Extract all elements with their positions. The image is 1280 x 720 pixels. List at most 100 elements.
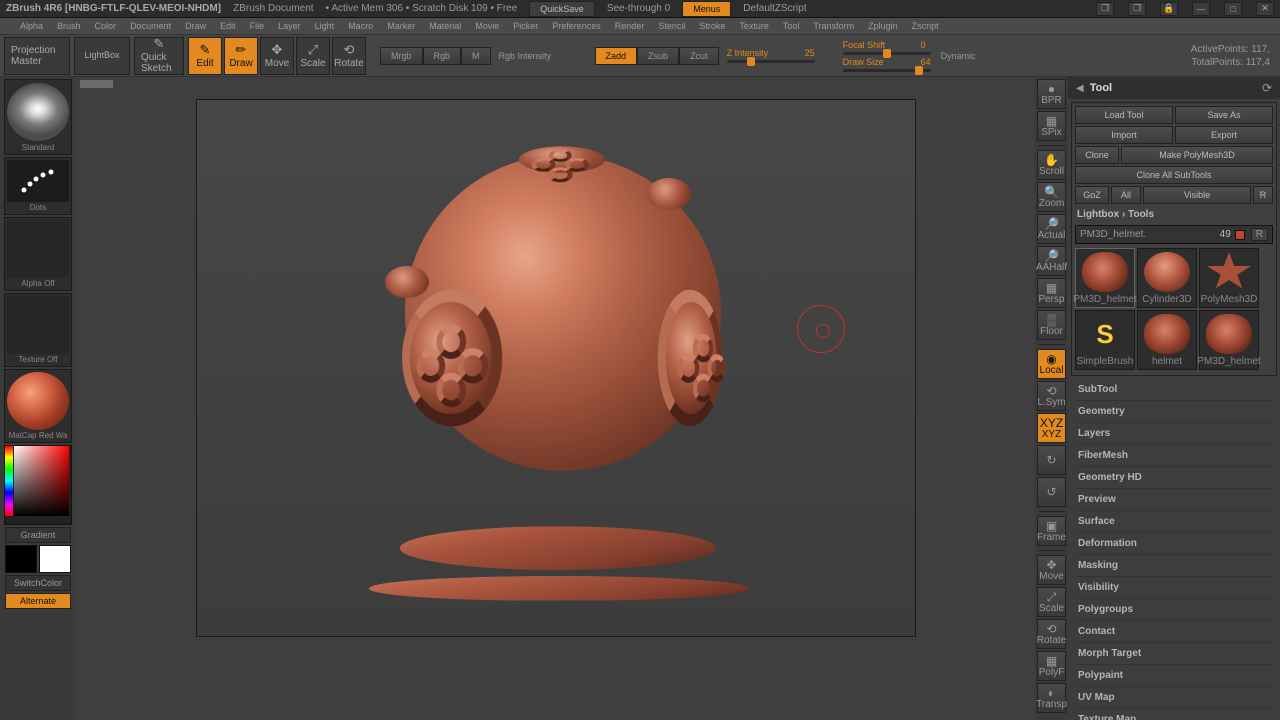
zadd-mode-button[interactable]: Zadd [595, 47, 638, 65]
nav-l.sym[interactable]: ⟲L.Sym [1037, 381, 1066, 411]
menu-zplugin[interactable]: Zplugin [868, 21, 898, 31]
switch-color-button[interactable]: SwitchColor [5, 575, 71, 591]
nav-xyz[interactable]: XYZXYZ [1037, 413, 1066, 443]
rotate-mode-button[interactable]: ⟲Rotate [332, 37, 366, 75]
clone-all-subtools-button[interactable]: Clone All SubTools [1075, 166, 1273, 184]
nav-persp[interactable]: ▦Persp [1037, 278, 1066, 308]
projection-master-button[interactable]: Projection Master [4, 37, 70, 75]
nav-rotate[interactable]: ⟲Rotate [1037, 619, 1066, 649]
focal-shift-slider[interactable] [843, 52, 931, 55]
menu-color[interactable]: Color [95, 21, 117, 31]
nav-move[interactable]: ✥Move [1037, 555, 1066, 585]
save-as-button[interactable]: Save As [1175, 106, 1273, 124]
lightbox-button[interactable]: LightBox [74, 37, 130, 75]
texture-selector[interactable]: Texture Off [4, 293, 72, 367]
draw-mode-button[interactable]: ✏Draw [224, 37, 258, 75]
menu-picker[interactable]: Picker [513, 21, 538, 31]
minimize-button[interactable]: — [1192, 2, 1210, 16]
mesh-name-field[interactable]: PM3D_helmet.49R [1075, 225, 1273, 244]
section-surface[interactable]: Surface [1076, 511, 1272, 533]
menu-preferences[interactable]: Preferences [552, 21, 601, 31]
menu-macro[interactable]: Macro [348, 21, 373, 31]
back-icon[interactable]: ◀ [1076, 83, 1084, 94]
nav-spix[interactable]: ▦SPix [1037, 111, 1066, 141]
goz-button[interactable]: GoZ [1075, 186, 1109, 204]
canvas-tab[interactable] [80, 80, 113, 88]
thumb-pm3d_helmet[interactable]: PM3D_helmet [1199, 310, 1259, 370]
nav-floor[interactable]: ▒Floor [1037, 310, 1066, 340]
viewport[interactable] [196, 99, 916, 637]
close-button[interactable]: ✕ [1256, 2, 1274, 16]
move-mode-button[interactable]: ✥Move [260, 37, 294, 75]
section-fibermesh[interactable]: FiberMesh [1076, 445, 1272, 467]
thumb-cylinder3d[interactable]: Cylinder3D [1137, 248, 1197, 308]
maximize-button[interactable]: □ [1224, 2, 1242, 16]
section-masking[interactable]: Masking [1076, 555, 1272, 577]
default-zscript[interactable]: DefaultZScript [743, 3, 806, 14]
menu-alpha[interactable]: Alpha [20, 21, 43, 31]
alpha-selector[interactable]: Alpha Off [4, 217, 72, 291]
section-geometry-hd[interactable]: Geometry HD [1076, 467, 1272, 489]
section-preview[interactable]: Preview [1076, 489, 1272, 511]
scale-mode-button[interactable]: ⤢Scale [296, 37, 330, 75]
menu-material[interactable]: Material [429, 21, 461, 31]
menu-texture[interactable]: Texture [739, 21, 769, 31]
float2-button[interactable]: ❐ [1128, 2, 1146, 16]
section-layers[interactable]: Layers [1076, 423, 1272, 445]
alternate-button[interactable]: Alternate [5, 593, 71, 609]
material-selector[interactable]: MatCap Red Wa [4, 369, 72, 443]
menu-file[interactable]: File [250, 21, 265, 31]
section-contact[interactable]: Contact [1076, 621, 1272, 643]
goz-all-button[interactable]: All [1111, 186, 1141, 204]
goz-visible-button[interactable]: Visible [1143, 186, 1251, 204]
zcut-mode-button[interactable]: Zcut [679, 47, 719, 65]
menu-zscript[interactable]: Zscript [912, 21, 939, 31]
load-tool-button[interactable]: Load Tool [1075, 106, 1173, 124]
draw-size-slider[interactable] [843, 69, 931, 72]
nav-frame[interactable]: ▣Frame [1037, 516, 1066, 546]
nav-btn12[interactable]: ↺ [1037, 477, 1066, 507]
section-texture-map[interactable]: Texture Map [1076, 709, 1272, 720]
export-button[interactable]: Export [1175, 126, 1273, 144]
nav-polyf[interactable]: ▦PolyF [1037, 651, 1066, 681]
section-deformation[interactable]: Deformation [1076, 533, 1272, 555]
section-polypaint[interactable]: Polypaint [1076, 665, 1272, 687]
nav-aahalf[interactable]: 🔎AAHalf [1037, 246, 1066, 276]
color-swatches[interactable] [5, 545, 71, 573]
section-subtool[interactable]: SubTool [1076, 379, 1272, 401]
rgb-mode-button[interactable]: Rgb [423, 47, 462, 65]
import-button[interactable]: Import [1075, 126, 1173, 144]
nav-transp[interactable]: ◐Transp [1037, 683, 1066, 713]
color-picker[interactable] [4, 445, 72, 525]
menu-draw[interactable]: Draw [185, 21, 206, 31]
menu-movie[interactable]: Movie [475, 21, 499, 31]
thumb-polymesh3d[interactable]: PolyMesh3D [1199, 248, 1259, 308]
section-geometry[interactable]: Geometry [1076, 401, 1272, 423]
menu-transform[interactable]: Transform [813, 21, 854, 31]
refresh-icon[interactable]: ⟳ [1262, 81, 1272, 95]
z-intensity-slider[interactable] [727, 60, 815, 63]
lock-icon[interactable]: 🔒 [1160, 2, 1178, 16]
menu-edit[interactable]: Edit [220, 21, 236, 31]
section-visibility[interactable]: Visibility [1076, 577, 1272, 599]
menu-stencil[interactable]: Stencil [658, 21, 685, 31]
mrgb-mode-button[interactable]: Mrgb [380, 47, 423, 65]
nav-zoom[interactable]: 🔍Zoom [1037, 182, 1066, 212]
menu-tool[interactable]: Tool [783, 21, 800, 31]
menu-render[interactable]: Render [615, 21, 645, 31]
section-polygroups[interactable]: Polygroups [1076, 599, 1272, 621]
see-through-slider[interactable]: See-through 0 [607, 3, 670, 14]
menu-document[interactable]: Document [130, 21, 171, 31]
quicksave-button[interactable]: QuickSave [529, 1, 595, 17]
clone-button[interactable]: Clone [1075, 146, 1119, 164]
nav-local[interactable]: ◉Local [1037, 349, 1066, 379]
nav-actual[interactable]: 🔎Actual [1037, 214, 1066, 244]
thumb-pm3d_helmet[interactable]: PM3D_helmet [1075, 248, 1135, 308]
tool-breadcrumb[interactable]: Lightbox › Tools [1075, 206, 1273, 223]
menus-toggle[interactable]: Menus [682, 1, 731, 17]
stroke-selector[interactable]: Dots [4, 157, 72, 215]
float-button[interactable]: ❐ [1096, 2, 1114, 16]
m-mode-button[interactable]: M [461, 47, 491, 65]
menu-layer[interactable]: Layer [278, 21, 301, 31]
gradient-button[interactable]: Gradient [5, 527, 71, 543]
